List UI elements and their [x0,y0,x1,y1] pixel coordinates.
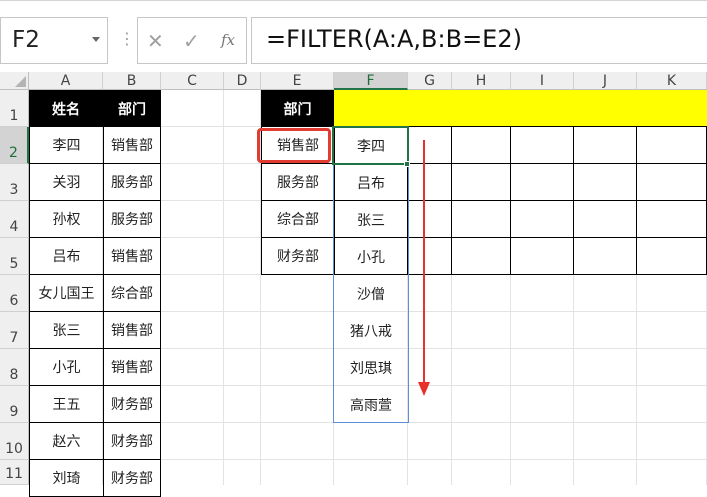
table-cell-dept[interactable]: 服务部 [103,163,161,201]
row-header-11[interactable]: 11 [0,460,29,485]
empty-bordered-cell[interactable] [510,163,574,201]
row-number: 7 [9,330,19,346]
empty-bordered-cell[interactable] [451,163,511,201]
table-cell-dept[interactable]: 财务部 [103,385,161,423]
column-header-d[interactable]: D [224,72,261,90]
cancel-icon[interactable]: ✕ [147,29,164,53]
row-header-7[interactable]: 7 [0,312,29,349]
table-cell-dept[interactable]: 销售部 [103,237,161,275]
row-header-3[interactable]: 3 [0,164,29,201]
active-cell-selection [332,126,409,165]
row-number: 11 [5,466,23,482]
row-number: 9 [9,404,19,420]
row-number: 5 [9,256,19,272]
empty-bordered-cell[interactable] [636,237,707,275]
row-number: 8 [9,367,19,383]
spill-range-outline [333,127,409,423]
formula-text: =FILTER(A:A,B:B=E2) [266,25,522,53]
empty-bordered-cell[interactable] [451,200,511,238]
empty-bordered-cell[interactable] [573,200,637,238]
empty-bordered-cell[interactable] [573,163,637,201]
more-vertical-icon: ⋮ [119,29,135,48]
empty-bordered-cell[interactable] [636,163,707,201]
table-cell-name[interactable]: 关羽 [29,163,104,201]
gridline-vertical [223,90,224,485]
column-header-e[interactable]: E [261,72,334,90]
empty-bordered-cell[interactable] [510,200,574,238]
column-header-b[interactable]: B [103,72,161,90]
table-cell-dept[interactable]: 财务部 [103,422,161,460]
empty-bordered-cell[interactable] [510,237,574,275]
empty-bordered-cell[interactable] [573,237,637,275]
table-cell-name[interactable]: 张三 [29,311,104,349]
row-number: 10 [5,441,23,457]
header-fill [334,90,707,127]
table-cell-name[interactable]: 刘琦 [29,459,104,497]
empty-bordered-cell[interactable] [451,237,511,275]
empty-bordered-cell[interactable] [636,200,707,238]
table-cell-dept[interactable]: 服务部 [103,200,161,238]
chevron-down-icon[interactable] [92,37,100,42]
row-header-1[interactable]: 1 [0,90,29,127]
table-cell-name[interactable]: 吕布 [29,237,104,275]
row-header-2[interactable]: 2 [0,127,29,164]
enter-icon[interactable]: ✓ [183,29,200,53]
row-number: 6 [9,293,19,309]
ribbon-divider [0,0,707,1]
column-header-h[interactable]: H [452,72,511,90]
table-cell-dept[interactable]: 销售部 [103,348,161,386]
column-header-g[interactable]: G [408,72,452,90]
name-box-value: F2 [12,27,40,53]
table-cell-dept[interactable]: 财务部 [103,459,161,497]
empty-bordered-cell[interactable] [510,126,574,164]
table-cell-name[interactable]: 孙权 [29,200,104,238]
row-header-5[interactable]: 5 [0,238,29,275]
arrow-head [418,382,430,396]
empty-bordered-cell[interactable] [451,126,511,164]
dept-table-cell[interactable]: 综合部 [261,200,335,238]
table-header-name: 姓名 [29,90,103,127]
column-header-k[interactable]: K [637,72,707,90]
row-header-4[interactable]: 4 [0,201,29,238]
row-number: 4 [9,219,19,235]
table-cell-dept[interactable]: 综合部 [103,274,161,312]
table-cell-name[interactable]: 王五 [29,385,104,423]
dept-table-header: 部门 [261,90,334,127]
dept-table-cell[interactable]: 服务部 [261,163,335,201]
row-header-8[interactable]: 8 [0,349,29,386]
column-header-c[interactable]: C [161,72,224,90]
column-header-i[interactable]: I [511,72,574,90]
dept-table-cell[interactable]: 财务部 [261,237,335,275]
row-number: 3 [9,182,19,198]
fill-handle[interactable] [404,161,410,167]
criteria-highlight-box [257,128,331,163]
table-cell-name[interactable]: 李四 [29,126,104,164]
column-header-f[interactable]: F [334,72,408,90]
down-arrow-icon [418,140,430,396]
empty-bordered-cell[interactable] [636,126,707,164]
row-number: 1 [9,108,19,124]
row-header-9[interactable]: 9 [0,386,29,423]
column-header-j[interactable]: J [574,72,637,90]
row-header-6[interactable]: 6 [0,275,29,312]
row-number: 2 [9,145,18,161]
table-cell-name[interactable]: 赵六 [29,422,104,460]
table-cell-dept[interactable]: 销售部 [103,126,161,164]
column-header-a[interactable]: A [29,72,103,90]
table-header-dept: 部门 [103,90,161,127]
table-cell-name[interactable]: 小孔 [29,348,104,386]
table-cell-name[interactable]: 女儿国王 [29,274,104,312]
table-cell-dept[interactable]: 销售部 [103,311,161,349]
select-all-icon [15,76,26,87]
row-header-10[interactable]: 10 [0,423,29,460]
empty-bordered-cell[interactable] [573,126,637,164]
insert-function-icon[interactable]: fx [221,31,235,49]
